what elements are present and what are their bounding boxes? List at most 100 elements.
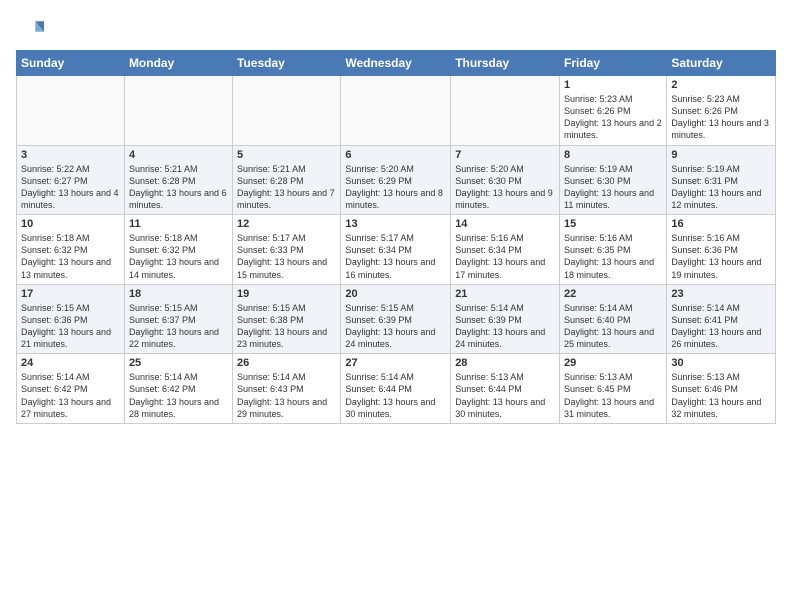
cell-content: Sunrise: 5:19 AMSunset: 6:31 PMDaylight:… — [671, 163, 771, 212]
calendar-cell: 24 Sunrise: 5:14 AMSunset: 6:42 PMDayligh… — [17, 354, 125, 424]
cell-content: Sunrise: 5:18 AMSunset: 6:32 PMDaylight:… — [21, 232, 120, 281]
cell-content: Sunrise: 5:16 AMSunset: 6:36 PMDaylight:… — [671, 232, 771, 281]
calendar-cell: 18Sunrise: 5:15 AMSunset: 6:37 PMDayligh… — [124, 284, 232, 354]
cell-content: Sunrise: 5:13 AMSunset: 6:46 PMDaylight:… — [671, 371, 771, 420]
calendar-week-row: 24 Sunrise: 5:14 AMSunset: 6:42 PMDayligh… — [17, 354, 776, 424]
day-number: 14 — [455, 218, 555, 230]
day-number: 10 — [21, 218, 120, 230]
day-number: 24 — [21, 357, 120, 369]
weekday-header: Thursday — [451, 51, 560, 76]
calendar-week-row: 17 Sunrise: 5:15 AMSunset: 6:36 PMDayligh… — [17, 284, 776, 354]
day-number: 22 — [564, 288, 662, 300]
day-number: 20 — [345, 288, 446, 300]
day-number: 29 — [564, 357, 662, 369]
day-number: 27 — [345, 357, 446, 369]
day-number: 9 — [671, 149, 771, 161]
day-number: 8 — [564, 149, 662, 161]
day-number: 23 — [671, 288, 771, 300]
calendar-cell — [124, 76, 232, 146]
calendar-cell: 21 Sunrise: 5:14 AMSunset: 6:39 PMDayligh… — [451, 284, 560, 354]
calendar-cell: 27 Sunrise: 5:14 AMSunset: 6:44 PMDayligh… — [341, 354, 451, 424]
day-number: 30 — [671, 357, 771, 369]
day-number: 16 — [671, 218, 771, 230]
calendar-cell: 12Sunrise: 5:17 AMSunset: 6:33 PMDayligh… — [233, 215, 341, 285]
cell-content: Sunrise: 5:14 AMSunset: 6:42 PMDaylight:… — [21, 371, 120, 420]
cell-content: Sunrise: 5:14 AMSunset: 6:40 PMDaylight:… — [564, 302, 662, 351]
day-number: 1 — [564, 79, 662, 91]
cell-content: Sunrise: 5:15 AMSunset: 6:36 PMDaylight:… — [21, 302, 120, 351]
calendar-week-row: 1 Sunrise: 5:23 AMSunset: 6:26 PMDaylight… — [17, 76, 776, 146]
calendar-cell: 20 Sunrise: 5:15 AMSunset: 6:39 PMDayligh… — [341, 284, 451, 354]
calendar-cell: 15 Sunrise: 5:16 AMSunset: 6:35 PMDayligh… — [560, 215, 667, 285]
calendar-table: SundayMondayTuesdayWednesdayThursdayFrid… — [16, 50, 776, 424]
calendar-cell: 16 Sunrise: 5:16 AMSunset: 6:36 PMDayligh… — [667, 215, 776, 285]
weekday-header: Monday — [124, 51, 232, 76]
calendar-cell: 30 Sunrise: 5:13 AMSunset: 6:46 PMDayligh… — [667, 354, 776, 424]
weekday-header: Saturday — [667, 51, 776, 76]
day-number: 12 — [237, 218, 336, 230]
cell-content: Sunrise: 5:23 AMSunset: 6:26 PMDaylight:… — [671, 93, 771, 142]
cell-content: Sunrise: 5:17 AMSunset: 6:34 PMDaylight:… — [345, 232, 446, 281]
cell-content: Sunrise: 5:23 AMSunset: 6:26 PMDaylight:… — [564, 93, 662, 142]
calendar-cell: 2 Sunrise: 5:23 AMSunset: 6:26 PMDaylight… — [667, 76, 776, 146]
cell-content: Sunrise: 5:16 AMSunset: 6:35 PMDaylight:… — [564, 232, 662, 281]
day-number: 11 — [129, 218, 228, 230]
cell-content: Sunrise: 5:14 AMSunset: 6:39 PMDaylight:… — [455, 302, 555, 351]
day-number: 26 — [237, 357, 336, 369]
cell-content: Sunrise: 5:13 AMSunset: 6:44 PMDaylight:… — [455, 371, 555, 420]
calendar-cell: 28 Sunrise: 5:13 AMSunset: 6:44 PMDayligh… — [451, 354, 560, 424]
weekday-header: Tuesday — [233, 51, 341, 76]
calendar-cell: 25 Sunrise: 5:14 AMSunset: 6:42 PMDayligh… — [124, 354, 232, 424]
logo-icon — [16, 16, 44, 44]
day-number: 17 — [21, 288, 120, 300]
cell-content: Sunrise: 5:20 AMSunset: 6:30 PMDaylight:… — [455, 163, 555, 212]
day-number: 25 — [129, 357, 228, 369]
cell-content: Sunrise: 5:21 AMSunset: 6:28 PMDaylight:… — [129, 163, 228, 212]
calendar-cell: 23 Sunrise: 5:14 AMSunset: 6:41 PMDayligh… — [667, 284, 776, 354]
cell-content: Sunrise: 5:15 AMSunset: 6:37 PMDaylight:… — [129, 302, 228, 351]
cell-content: Sunrise: 5:21 AMSunset: 6:28 PMDaylight:… — [237, 163, 336, 212]
day-number: 28 — [455, 357, 555, 369]
cell-content: Sunrise: 5:20 AMSunset: 6:29 PMDaylight:… — [345, 163, 446, 212]
page-header — [16, 16, 776, 44]
calendar-cell: 3Sunrise: 5:22 AMSunset: 6:27 PMDaylight… — [17, 145, 125, 215]
calendar-cell — [233, 76, 341, 146]
cell-content: Sunrise: 5:18 AMSunset: 6:32 PMDaylight:… — [129, 232, 228, 281]
weekday-header-row: SundayMondayTuesdayWednesdayThursdayFrid… — [17, 51, 776, 76]
cell-content: Sunrise: 5:14 AMSunset: 6:42 PMDaylight:… — [129, 371, 228, 420]
weekday-header: Sunday — [17, 51, 125, 76]
day-number: 21 — [455, 288, 555, 300]
calendar-cell: 6 Sunrise: 5:20 AMSunset: 6:29 PMDaylight… — [341, 145, 451, 215]
day-number: 6 — [345, 149, 446, 161]
day-number: 15 — [564, 218, 662, 230]
day-number: 19 — [237, 288, 336, 300]
calendar-cell: 19 Sunrise: 5:15 AMSunset: 6:38 PMDayligh… — [233, 284, 341, 354]
calendar-cell: 11 Sunrise: 5:18 AMSunset: 6:32 PMDayligh… — [124, 215, 232, 285]
calendar-cell: 17 Sunrise: 5:15 AMSunset: 6:36 PMDayligh… — [17, 284, 125, 354]
cell-content: Sunrise: 5:13 AMSunset: 6:45 PMDaylight:… — [564, 371, 662, 420]
calendar-cell — [451, 76, 560, 146]
cell-content: Sunrise: 5:14 AMSunset: 6:44 PMDaylight:… — [345, 371, 446, 420]
calendar-cell: 9 Sunrise: 5:19 AMSunset: 6:31 PMDaylight… — [667, 145, 776, 215]
day-number: 2 — [671, 79, 771, 91]
day-number: 4 — [129, 149, 228, 161]
day-number: 7 — [455, 149, 555, 161]
cell-content: Sunrise: 5:15 AMSunset: 6:38 PMDaylight:… — [237, 302, 336, 351]
calendar-cell: 7 Sunrise: 5:20 AMSunset: 6:30 PMDaylight… — [451, 145, 560, 215]
weekday-header: Friday — [560, 51, 667, 76]
calendar-cell: 22 Sunrise: 5:14 AMSunset: 6:40 PMDayligh… — [560, 284, 667, 354]
calendar-cell: 10 Sunrise: 5:18 AMSunset: 6:32 PMDayligh… — [17, 215, 125, 285]
calendar-cell: 26 Sunrise: 5:14 AMSunset: 6:43 PMDayligh… — [233, 354, 341, 424]
cell-content: Sunrise: 5:15 AMSunset: 6:39 PMDaylight:… — [345, 302, 446, 351]
calendar-week-row: 3Sunrise: 5:22 AMSunset: 6:27 PMDaylight… — [17, 145, 776, 215]
cell-content: Sunrise: 5:14 AMSunset: 6:43 PMDaylight:… — [237, 371, 336, 420]
calendar-cell: 1 Sunrise: 5:23 AMSunset: 6:26 PMDaylight… — [560, 76, 667, 146]
calendar-cell: 13 Sunrise: 5:17 AMSunset: 6:34 PMDayligh… — [341, 215, 451, 285]
day-number: 13 — [345, 218, 446, 230]
calendar-cell — [17, 76, 125, 146]
calendar-cell: 14Sunrise: 5:16 AMSunset: 6:34 PMDayligh… — [451, 215, 560, 285]
cell-content: Sunrise: 5:19 AMSunset: 6:30 PMDaylight:… — [564, 163, 662, 212]
cell-content: Sunrise: 5:14 AMSunset: 6:41 PMDaylight:… — [671, 302, 771, 351]
calendar-cell: 8 Sunrise: 5:19 AMSunset: 6:30 PMDaylight… — [560, 145, 667, 215]
logo — [16, 16, 48, 44]
